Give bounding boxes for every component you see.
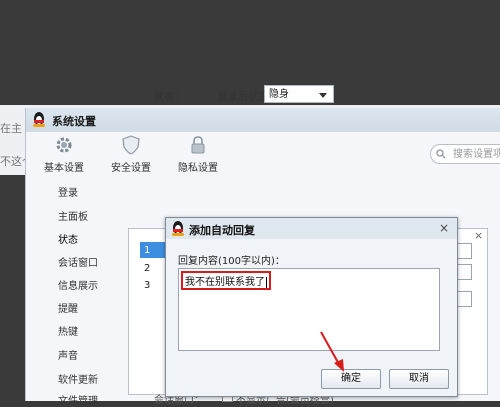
close-icon[interactable]: × xyxy=(439,221,449,235)
after-login-status-select[interactable]: 隐身 xyxy=(264,85,334,103)
close-icon[interactable]: × xyxy=(474,229,483,242)
side-button[interactable] xyxy=(456,291,472,307)
select-value: 隐身 xyxy=(269,89,289,100)
sidebar-item-file-management[interactable]: 文件管理 xyxy=(58,392,98,407)
list-item[interactable]: 3 xyxy=(144,280,150,291)
toolbar-privacy-settings[interactable]: 隐私设置 xyxy=(168,134,228,174)
side-button[interactable] xyxy=(456,243,472,259)
side-button[interactable] xyxy=(456,264,472,280)
qq-penguin-icon xyxy=(171,221,185,237)
toolbar-basic-settings[interactable]: 基本设置 xyxy=(34,134,94,174)
lock-icon xyxy=(191,136,205,154)
status-label: 状态： xyxy=(154,92,184,103)
toolbar-label: 基本设置 xyxy=(44,163,84,174)
search-icon xyxy=(436,149,446,159)
cancel-button[interactable]: 取消 xyxy=(389,369,449,389)
reply-content-label: 回复内容(100字以内)： xyxy=(178,256,285,267)
reply-text: 我不在别联系我了 xyxy=(185,277,265,288)
sidebar-item-chat-window[interactable]: 会话窗口 xyxy=(58,254,98,269)
text-caret xyxy=(266,276,267,288)
sidebar-item-info-display[interactable]: 信息展示 xyxy=(58,277,98,292)
settings-sidebar: 登录 主面板 状态 会话窗口 信息展示 提醒 热键 声音 软件更新 文件管理 xyxy=(26,178,130,407)
sidebar-item-login[interactable]: 登录 xyxy=(58,184,78,199)
sidebar-item-hotkey[interactable]: 热键 xyxy=(58,323,78,338)
window-title: 系统设置 xyxy=(52,115,96,128)
sidebar-item-main-panel[interactable]: 主面板 xyxy=(58,208,88,223)
background-text-fragment: 在主 xyxy=(0,122,22,135)
shield-icon xyxy=(122,135,140,155)
dialog-title: 添加自动回复 xyxy=(189,224,255,237)
sidebar-item-status[interactable]: 状态 xyxy=(58,231,78,246)
qq-penguin-icon xyxy=(32,112,46,128)
add-auto-reply-dialog: 添加自动回复 × 回复内容(100字以内)： 我不在别联系我了 确定 取消 xyxy=(165,217,458,397)
list-item[interactable]: 1 xyxy=(144,245,150,256)
red-arrow-annotation xyxy=(320,331,344,372)
sidebar-item-reminder[interactable]: 提醒 xyxy=(58,300,78,315)
toolbar-label: 安全设置 xyxy=(111,163,151,174)
window-titlebar: 系统设置 xyxy=(26,108,500,132)
reply-content-value: 我不在别联系我了 xyxy=(181,271,271,290)
chevron-down-icon xyxy=(319,93,327,98)
gear-icon xyxy=(56,137,72,153)
sidebar-item-software-update[interactable]: 软件更新 xyxy=(58,371,98,386)
sidebar-item-sound[interactable]: 声音 xyxy=(58,347,78,362)
toolbar-label: 隐私设置 xyxy=(178,163,218,174)
dialog-titlebar: 添加自动回复 × xyxy=(166,218,457,239)
toolbar-security-settings[interactable]: 安全设置 xyxy=(101,134,161,174)
list-item[interactable]: 2 xyxy=(144,263,150,274)
reply-content-textarea[interactable]: 我不在别联系我了 xyxy=(178,268,440,351)
